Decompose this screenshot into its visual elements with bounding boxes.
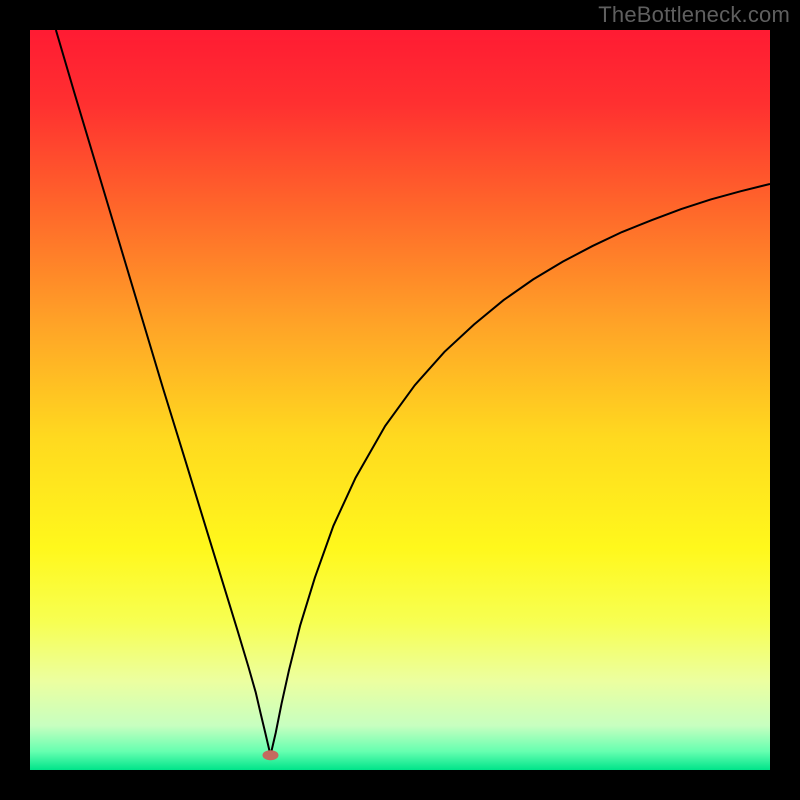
chart-frame: TheBottleneck.com (0, 0, 800, 800)
gradient-background (30, 30, 770, 770)
plot-area (30, 30, 770, 770)
optimal-point-marker (263, 750, 279, 760)
watermark-text: TheBottleneck.com (598, 2, 790, 28)
chart-svg (30, 30, 770, 770)
